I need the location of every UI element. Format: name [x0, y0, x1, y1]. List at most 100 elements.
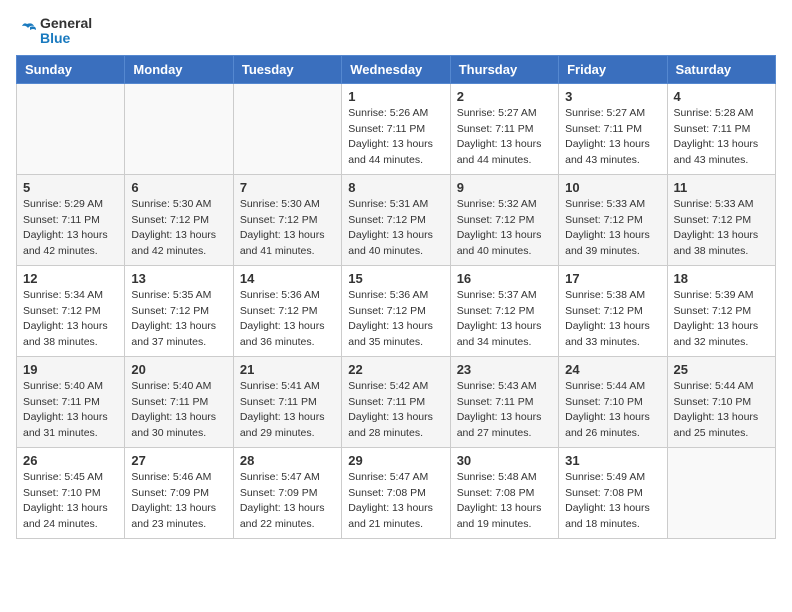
day-info: Sunrise: 5:26 AMSunset: 7:11 PMDaylight:… [348, 106, 443, 169]
day-number: 9 [457, 180, 552, 195]
calendar-cell: 23 Sunrise: 5:43 AMSunset: 7:11 PMDayligh… [450, 356, 558, 447]
logo-wrapper: General Blue [16, 16, 92, 47]
logo-blue-text: Blue [40, 31, 92, 46]
day-number: 27 [131, 453, 226, 468]
day-info: Sunrise: 5:43 AMSunset: 7:11 PMDaylight:… [457, 379, 552, 442]
calendar-cell: 7 Sunrise: 5:30 AMSunset: 7:12 PMDaylight… [233, 174, 341, 265]
calendar-cell [233, 83, 341, 174]
day-info: Sunrise: 5:39 AMSunset: 7:12 PMDaylight:… [674, 288, 769, 351]
day-number: 4 [674, 89, 769, 104]
calendar-cell: 17Sunrise: 5:38 AMSunset: 7:12 PMDayligh… [559, 265, 667, 356]
calendar-cell [17, 83, 125, 174]
day-number: 29 [348, 453, 443, 468]
calendar-cell: 22Sunrise: 5:42 AMSunset: 7:11 PMDayligh… [342, 356, 450, 447]
calendar-header: SundayMondayTuesdayWednesdayThursdayFrid… [17, 55, 776, 83]
day-info: Sunrise: 5:48 AMSunset: 7:08 PMDaylight:… [457, 470, 552, 533]
day-info: Sunrise: 5:31 AMSunset: 7:12 PMDaylight:… [348, 197, 443, 260]
day-number: 31 [565, 453, 660, 468]
day-number: 2 [457, 89, 552, 104]
day-number: 22 [348, 362, 443, 377]
logo-general-text: General [40, 16, 92, 31]
calendar-cell: 11Sunrise: 5:33 AMSunset: 7:12 PMDayligh… [667, 174, 775, 265]
calendar-cell: 10Sunrise: 5:33 AMSunset: 7:12 PMDayligh… [559, 174, 667, 265]
day-info: Sunrise: 5:41 AMSunset: 7:11 PMDaylight:… [240, 379, 335, 442]
calendar-cell: 30 Sunrise: 5:48 AMSunset: 7:08 PMDayligh… [450, 447, 558, 538]
day-number: 17 [565, 271, 660, 286]
day-info: Sunrise: 5:32 AMSunset: 7:12 PMDaylight:… [457, 197, 552, 260]
calendar-cell: 9 Sunrise: 5:32 AMSunset: 7:12 PMDaylight… [450, 174, 558, 265]
day-number: 28 [240, 453, 335, 468]
day-info: Sunrise: 5:33 AMSunset: 7:12 PMDaylight:… [565, 197, 660, 260]
calendar-cell: 1 Sunrise: 5:26 AMSunset: 7:11 PMDaylight… [342, 83, 450, 174]
calendar-cell: 19Sunrise: 5:40 AMSunset: 7:11 PMDayligh… [17, 356, 125, 447]
calendar-cell: 21 Sunrise: 5:41 AMSunset: 7:11 PMDayligh… [233, 356, 341, 447]
day-info: Sunrise: 5:28 AMSunset: 7:11 PMDaylight:… [674, 106, 769, 169]
day-number: 14 [240, 271, 335, 286]
week-row-2: 5 Sunrise: 5:29 AMSunset: 7:11 PMDaylight… [17, 174, 776, 265]
calendar-cell: 8 Sunrise: 5:31 AMSunset: 7:12 PMDaylight… [342, 174, 450, 265]
calendar-cell: 16Sunrise: 5:37 AMSunset: 7:12 PMDayligh… [450, 265, 558, 356]
calendar-cell: 6 Sunrise: 5:30 AMSunset: 7:12 PMDaylight… [125, 174, 233, 265]
calendar-table: SundayMondayTuesdayWednesdayThursdayFrid… [16, 55, 776, 539]
day-number: 15 [348, 271, 443, 286]
calendar-cell [125, 83, 233, 174]
day-info: Sunrise: 5:33 AMSunset: 7:12 PMDaylight:… [674, 197, 769, 260]
day-number: 25 [674, 362, 769, 377]
day-number: 8 [348, 180, 443, 195]
day-number: 21 [240, 362, 335, 377]
day-info: Sunrise: 5:44 AMSunset: 7:10 PMDaylight:… [674, 379, 769, 442]
day-number: 5 [23, 180, 118, 195]
calendar-cell: 26 Sunrise: 5:45 AMSunset: 7:10 PMDayligh… [17, 447, 125, 538]
day-number: 7 [240, 180, 335, 195]
day-info: Sunrise: 5:45 AMSunset: 7:10 PMDaylight:… [23, 470, 118, 533]
calendar-cell: 29 Sunrise: 5:47 AMSunset: 7:08 PMDayligh… [342, 447, 450, 538]
calendar-cell: 13 Sunrise: 5:35 AMSunset: 7:12 PMDayligh… [125, 265, 233, 356]
day-number: 20 [131, 362, 226, 377]
day-info: Sunrise: 5:49 AMSunset: 7:08 PMDaylight:… [565, 470, 660, 533]
calendar-cell: 14Sunrise: 5:36 AMSunset: 7:12 PMDayligh… [233, 265, 341, 356]
calendar-cell: 31 Sunrise: 5:49 AMSunset: 7:08 PMDayligh… [559, 447, 667, 538]
week-row-4: 19Sunrise: 5:40 AMSunset: 7:11 PMDayligh… [17, 356, 776, 447]
calendar-cell: 15Sunrise: 5:36 AMSunset: 7:12 PMDayligh… [342, 265, 450, 356]
calendar-cell: 20Sunrise: 5:40 AMSunset: 7:11 PMDayligh… [125, 356, 233, 447]
week-row-3: 12Sunrise: 5:34 AMSunset: 7:12 PMDayligh… [17, 265, 776, 356]
calendar-cell: 24Sunrise: 5:44 AMSunset: 7:10 PMDayligh… [559, 356, 667, 447]
day-info: Sunrise: 5:47 AMSunset: 7:08 PMDaylight:… [348, 470, 443, 533]
day-info: Sunrise: 5:47 AMSunset: 7:09 PMDaylight:… [240, 470, 335, 533]
header-day-thursday: Thursday [450, 55, 558, 83]
calendar-cell: 18 Sunrise: 5:39 AMSunset: 7:12 PMDayligh… [667, 265, 775, 356]
day-info: Sunrise: 5:30 AMSunset: 7:12 PMDaylight:… [131, 197, 226, 260]
calendar-cell: 28 Sunrise: 5:47 AMSunset: 7:09 PMDayligh… [233, 447, 341, 538]
day-number: 23 [457, 362, 552, 377]
header-day-wednesday: Wednesday [342, 55, 450, 83]
day-info: Sunrise: 5:29 AMSunset: 7:11 PMDaylight:… [23, 197, 118, 260]
logo: General Blue [16, 16, 92, 47]
calendar-cell [667, 447, 775, 538]
day-info: Sunrise: 5:46 AMSunset: 7:09 PMDaylight:… [131, 470, 226, 533]
day-number: 30 [457, 453, 552, 468]
day-number: 18 [674, 271, 769, 286]
day-info: Sunrise: 5:30 AMSunset: 7:12 PMDaylight:… [240, 197, 335, 260]
day-number: 13 [131, 271, 226, 286]
calendar-cell: 25 Sunrise: 5:44 AMSunset: 7:10 PMDayligh… [667, 356, 775, 447]
header-day-saturday: Saturday [667, 55, 775, 83]
day-number: 6 [131, 180, 226, 195]
calendar-body: 1 Sunrise: 5:26 AMSunset: 7:11 PMDaylight… [17, 83, 776, 538]
week-row-1: 1 Sunrise: 5:26 AMSunset: 7:11 PMDaylight… [17, 83, 776, 174]
day-info: Sunrise: 5:27 AMSunset: 7:11 PMDaylight:… [457, 106, 552, 169]
day-number: 26 [23, 453, 118, 468]
day-info: Sunrise: 5:40 AMSunset: 7:11 PMDaylight:… [23, 379, 118, 442]
day-number: 12 [23, 271, 118, 286]
week-row-5: 26 Sunrise: 5:45 AMSunset: 7:10 PMDayligh… [17, 447, 776, 538]
header-day-tuesday: Tuesday [233, 55, 341, 83]
day-number: 1 [348, 89, 443, 104]
calendar-cell: 2 Sunrise: 5:27 AMSunset: 7:11 PMDaylight… [450, 83, 558, 174]
page-header: General Blue [16, 16, 776, 47]
day-info: Sunrise: 5:35 AMSunset: 7:12 PMDaylight:… [131, 288, 226, 351]
day-info: Sunrise: 5:27 AMSunset: 7:11 PMDaylight:… [565, 106, 660, 169]
header-day-friday: Friday [559, 55, 667, 83]
calendar-cell: 27 Sunrise: 5:46 AMSunset: 7:09 PMDayligh… [125, 447, 233, 538]
header-day-sunday: Sunday [17, 55, 125, 83]
calendar-cell: 4 Sunrise: 5:28 AMSunset: 7:11 PMDaylight… [667, 83, 775, 174]
calendar-cell: 3Sunrise: 5:27 AMSunset: 7:11 PMDaylight… [559, 83, 667, 174]
